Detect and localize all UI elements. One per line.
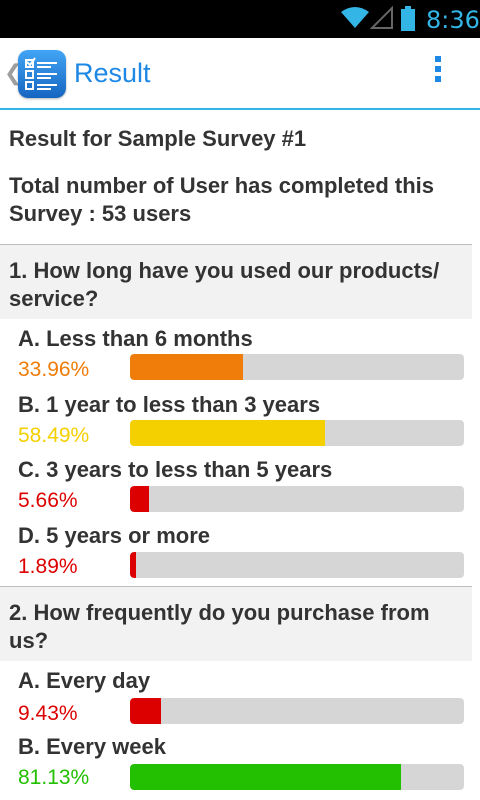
result-bar-fill (130, 486, 149, 512)
total-users-text: Total number of User has completed this … (9, 173, 434, 226)
option-percent: 5.66% (18, 489, 78, 512)
option-percent: 33.96% (18, 358, 90, 381)
result-bar-fill (130, 552, 137, 578)
option-percent: 9.43% (18, 702, 78, 725)
result-bar-fill (130, 698, 162, 724)
option-percent: 58.49% (18, 424, 90, 447)
option-label: D. 5 years or more (18, 523, 210, 548)
result-bar-track (130, 354, 464, 380)
checklist-glyph (25, 57, 57, 90)
results-scroll-area[interactable]: Result for Sample Survey #1 Total number… (0, 112, 480, 800)
result-bar-track (130, 486, 464, 512)
survey-title: Result for Sample Survey #1 (9, 126, 307, 151)
option-label: A. Less than 6 months (18, 326, 253, 351)
action-bar: ❮ Result (0, 38, 480, 110)
option-percent: 81.13% (18, 766, 90, 789)
survey-checklist-icon[interactable] (18, 50, 66, 98)
result-bar-fill (130, 420, 326, 446)
status-time: 8:36 (426, 6, 480, 34)
result-bar-track (130, 698, 464, 724)
option-label: C. 3 years to less than 5 years (18, 457, 333, 482)
option-label: A. Every day (18, 668, 151, 693)
status-bar: 8:36 (0, 0, 480, 38)
option-label: B. Every week (18, 734, 166, 759)
signal-icon (370, 6, 393, 29)
option-percent: 1.89% (18, 555, 78, 578)
result-bar-fill (130, 764, 401, 790)
question-header: 1. How long have you used our products/ … (0, 244, 472, 319)
page-title: Result (74, 58, 151, 88)
option-label: B. 1 year to less than 3 years (18, 392, 321, 417)
wifi-icon (341, 7, 369, 28)
question-header: 2. How frequently do you purchase from u… (0, 586, 472, 661)
result-bar-track (130, 420, 464, 446)
overflow-menu-icon[interactable] (430, 56, 446, 92)
result-bar-fill (130, 354, 244, 380)
battery-icon (401, 6, 415, 31)
result-bar-track (130, 764, 464, 790)
result-bar-track (130, 552, 464, 578)
